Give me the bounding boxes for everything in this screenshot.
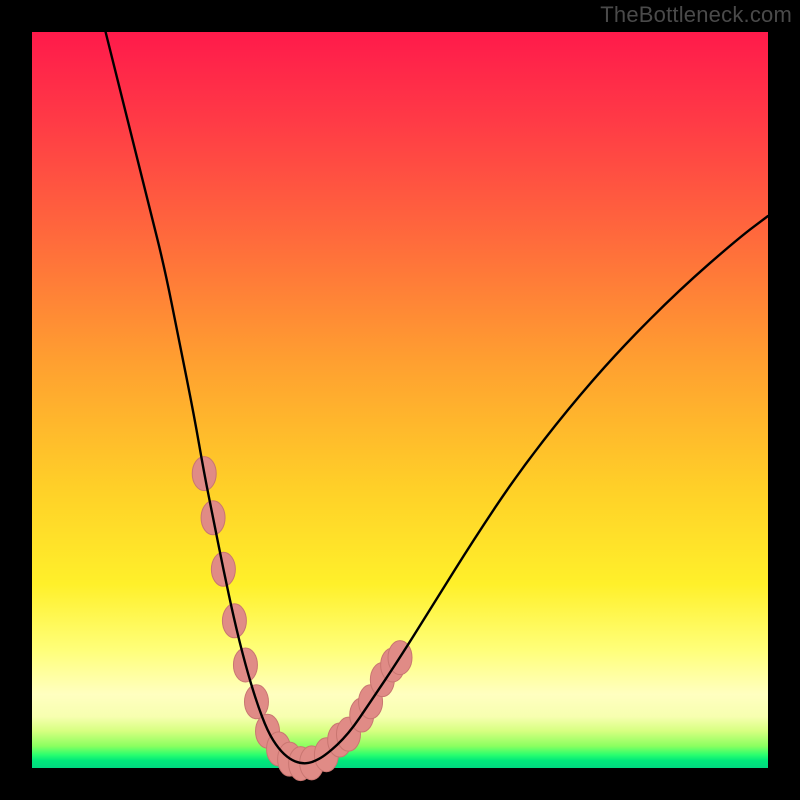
bottleneck-curve-svg [32,32,768,768]
chart-frame: TheBottleneck.com [0,0,800,800]
curve-markers [192,457,412,781]
watermark-text: TheBottleneck.com [600,2,792,28]
bottleneck-curve-path [106,32,768,763]
plot-area [32,32,768,768]
